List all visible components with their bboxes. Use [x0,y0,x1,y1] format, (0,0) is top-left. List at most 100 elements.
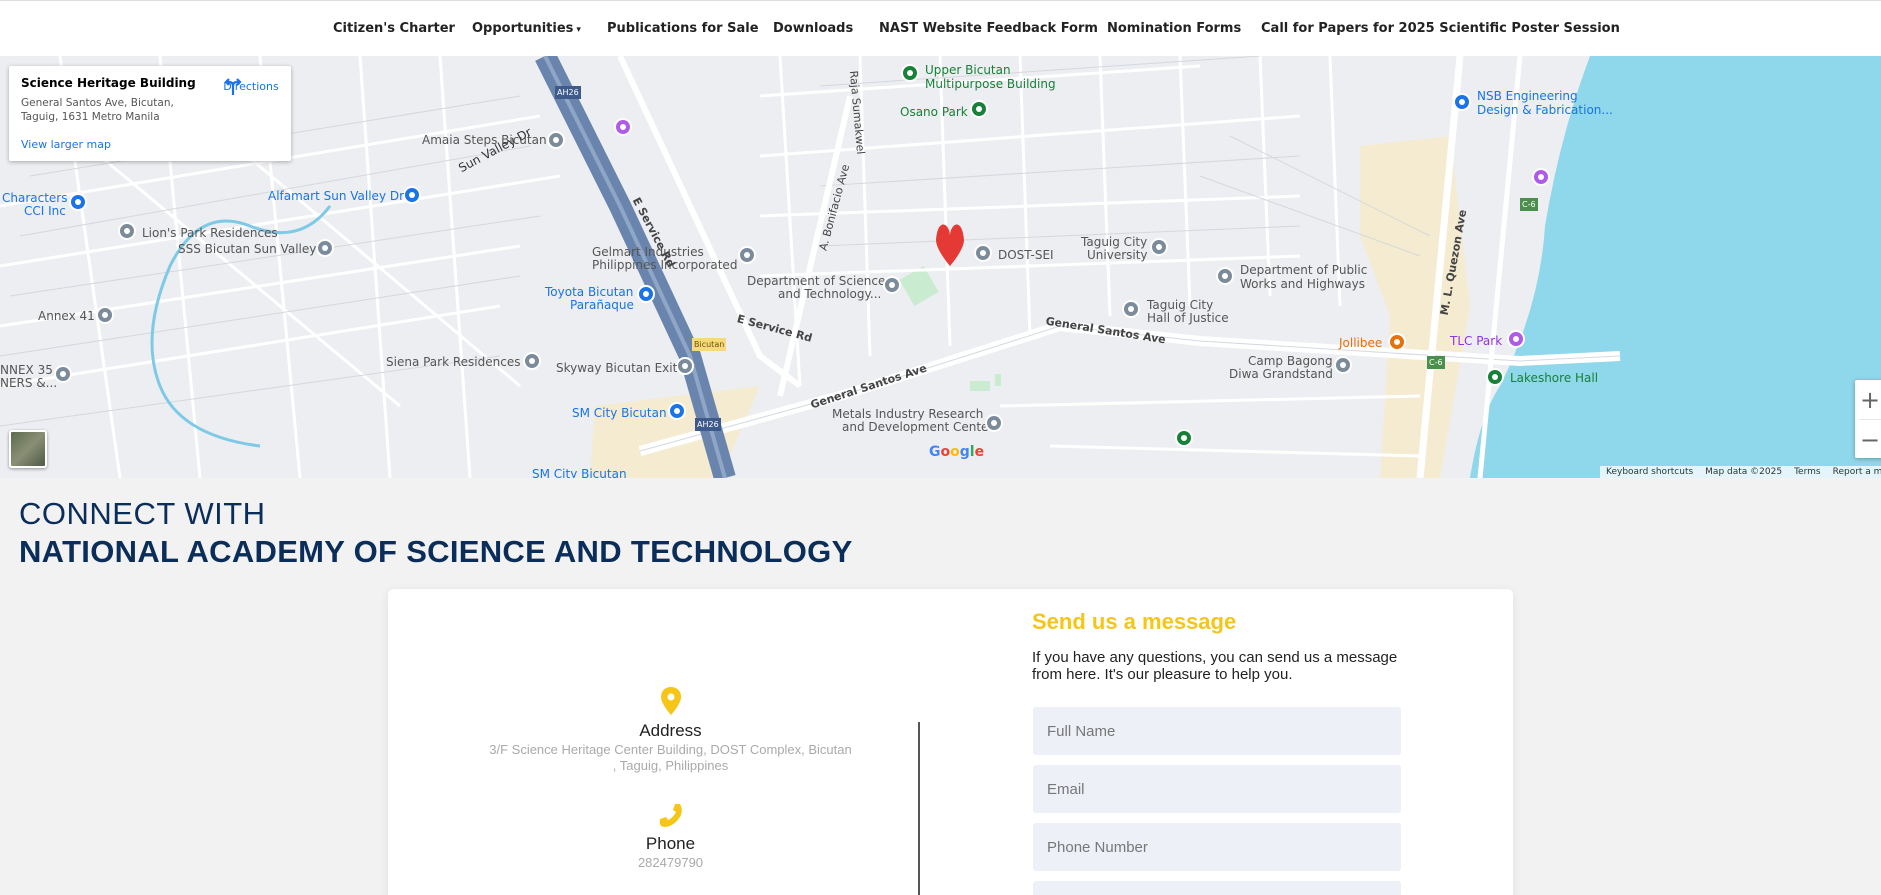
zoom-out-button[interactable]: − [1855,420,1881,459]
map-label-sm-city-2: SM City Bicutan [532,467,627,479]
nav-opportunities[interactable]: Opportunities ▾ [472,21,581,36]
phone-text: 282479790 [637,855,704,870]
building-marker-icon[interactable] [118,222,136,240]
place-address: General Santos Ave, Bicutan, Taguig, 163… [21,97,174,123]
phone-block: Phone 282479790 [488,801,853,871]
map-label-jollibee: Jollibee [1339,336,1383,350]
keyboard-shortcuts-link[interactable]: Keyboard shortcuts [1600,467,1699,477]
nav-feedback-form[interactable]: NAST Website Feedback Form [879,21,1098,36]
map-label-lions-park: Lion's Park Residences [142,226,278,240]
email-input[interactable] [1033,765,1401,813]
address-text: 3/F Science Heritage Center Building, DO… [489,742,852,773]
business-marker-icon[interactable] [1453,93,1471,111]
connect-heading-line1: CONNECT WITH [19,496,266,531]
top-navigation: Citizen's Charter Opportunities ▾ Publica… [0,0,1881,56]
map-data-text: Map data ©2025 [1705,467,1783,477]
park-marker-icon[interactable] [970,100,988,118]
map-label-sss: SSS Bicutan Sun Valley [178,242,317,256]
phone-icon [659,804,682,827]
message-input[interactable] [1033,881,1401,895]
nav-call-for-papers[interactable]: Call for Papers for 2025 Scientific Post… [1261,21,1620,36]
attraction-marker-icon[interactable] [1532,168,1550,186]
restaurant-marker-icon[interactable] [1388,333,1406,351]
government-marker-icon[interactable] [1122,300,1140,318]
park-marker-icon[interactable] [1486,368,1504,386]
map-label-taguig-hall-2: Hall of Justice [1147,311,1229,325]
connect-heading-line2: NATIONAL ACADEMY OF SCIENCE AND TECHNOLO… [19,534,853,569]
nav-publications-for-sale[interactable]: Publications for Sale [607,21,759,36]
map-label-annex: Annex 41 [38,309,95,323]
map-label-dpwh: Department of Public [1240,263,1368,277]
map-label-ah26: AH26 [555,86,581,99]
building-marker-icon[interactable] [738,246,756,264]
directions-icon [224,78,242,95]
address-title: Address [639,721,702,740]
map-label-dost-sei: DOST-SEI [998,248,1054,262]
map-label-alfamart: Alfamart Sun Valley Dr [268,189,405,203]
car-dealer-marker-icon[interactable] [637,285,655,303]
satellite-toggle[interactable] [9,430,47,468]
attraction-marker-icon[interactable] [614,118,632,136]
map-label-upper-bicutan: Upper Bicutan [925,63,1011,77]
map-label-upper-bicutan-2: Multipurpose Building [925,77,1056,91]
directions-button[interactable]: Directions [223,76,279,95]
contact-card: Address 3/F Science Heritage Center Buil… [388,589,1513,895]
map-label-annex35-2: NERS &... [0,376,58,390]
building-marker-icon[interactable] [96,306,114,324]
school-marker-icon[interactable] [1150,238,1168,256]
vertical-divider [918,722,920,895]
shop-marker-icon[interactable] [403,186,421,204]
nav-opportunities-label: Opportunities [472,21,574,36]
place-info-card: Science Heritage Building General Santos… [9,66,291,161]
map-label-c6: C-6 [1520,198,1538,211]
view-larger-map-link[interactable]: View larger map [21,138,111,151]
phone-number-input[interactable] [1033,823,1401,871]
google-logo: Google [929,444,985,460]
nav-citizens-charter[interactable]: Citizen's Charter [333,21,455,36]
map-label-cci: CCI Inc [24,204,66,218]
message-form-description: If you have any questions, you can send … [1032,649,1398,683]
map-label-osano-park: Osano Park [900,105,968,119]
map-label-ah26-2: AH26 [695,418,721,431]
government-marker-icon[interactable] [883,276,901,294]
map-label-nsb-2: Design & Fabrication... [1477,103,1613,117]
park-marker-icon[interactable] [901,64,919,82]
map-label-c6-2: C-6 [1427,356,1445,369]
building-marker-icon[interactable] [547,131,565,149]
attraction-marker-icon[interactable] [1507,330,1525,348]
stadium-marker-icon[interactable] [1334,356,1352,374]
nav-nomination-forms[interactable]: Nomination Forms [1107,21,1241,36]
full-name-input[interactable] [1033,707,1401,755]
map-label-nsb: NSB Engineering [1477,89,1578,103]
embedded-map[interactable]: Upper Bicutan Multipurpose Building Osan… [0,56,1881,478]
map-attribution: Keyboard shortcuts Map data ©2025 Terms … [1600,466,1881,478]
bank-marker-icon[interactable] [316,239,334,257]
government-marker-icon[interactable] [974,244,992,262]
location-pin-icon [660,687,681,715]
exit-marker-icon[interactable] [676,357,694,375]
map-label-taguig-univ-2: University [1087,248,1148,262]
message-form-title: Send us a message [1032,609,1237,634]
zoom-in-button[interactable]: + [1855,380,1881,419]
building-marker-icon[interactable] [523,352,541,370]
chevron-down-icon: ▾ [576,25,581,35]
map-label-siena: Siena Park Residences [386,355,521,369]
zoom-controls: + − [1855,380,1881,458]
phone-title: Phone [645,834,696,853]
building-marker-icon[interactable] [985,414,1003,432]
report-map-error-link[interactable]: Report a map error [1827,467,1881,477]
government-marker-icon[interactable] [1216,267,1234,285]
map-label-dost-2: and Technology... [778,287,882,301]
map-label-lakeshore: Lakeshore Hall [1510,371,1599,385]
map-label-bicutan-badge: Bicutan [692,338,727,351]
business-marker-icon[interactable] [69,193,87,211]
shopping-marker-icon[interactable] [668,402,686,420]
map-label-skyway: Skyway Bicutan Exit [556,361,678,375]
map-label-mirdc-2: and Development Center [842,420,994,434]
map-label-sm-city: SM City Bicutan [572,406,667,420]
terms-link[interactable]: Terms [1788,467,1827,477]
park-marker-icon[interactable] [1175,429,1193,447]
nav-downloads[interactable]: Downloads [773,21,853,36]
map-label-dpwh-2: Works and Highways [1240,277,1365,291]
map-label-tlc: TLC Park [1450,334,1503,348]
